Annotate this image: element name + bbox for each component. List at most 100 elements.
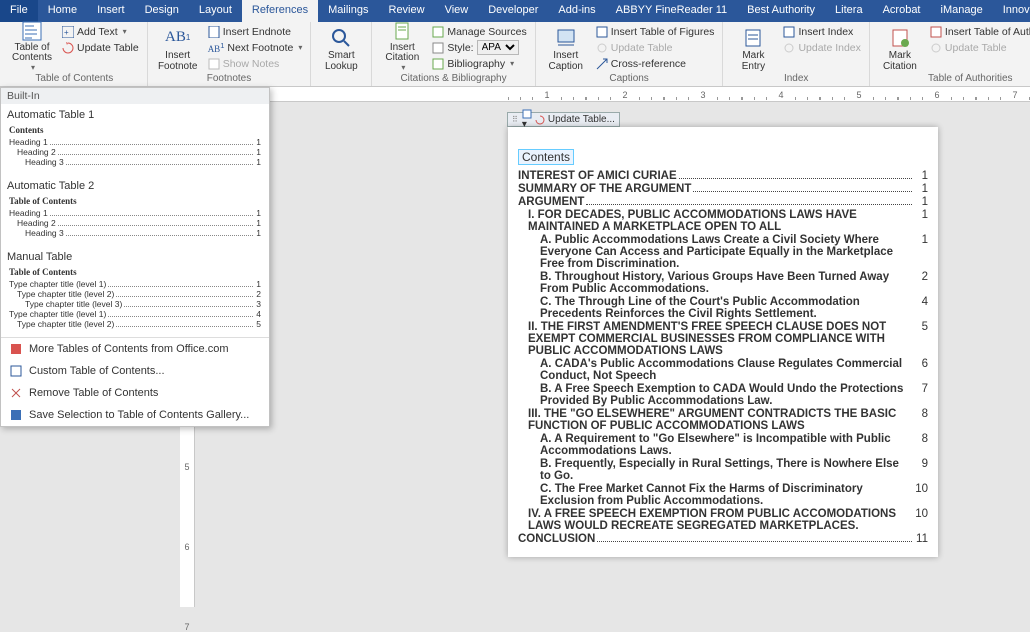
sources-icon bbox=[432, 26, 444, 38]
toc-entry[interactable]: A. CADA's Public Accommodations Clause R… bbox=[518, 357, 928, 382]
update-table-link[interactable]: Update Table... bbox=[548, 114, 615, 125]
search-icon bbox=[330, 27, 352, 49]
refresh-icon bbox=[783, 42, 795, 54]
tab-layout[interactable]: Layout bbox=[189, 0, 242, 22]
insert-endnote-button[interactable]: Insert Endnote bbox=[206, 24, 305, 39]
document-page[interactable]: Contents INTEREST OF AMICI CURIAE1SUMMAR… bbox=[508, 127, 938, 557]
toc-entry[interactable]: B. Throughout History, Various Groups Ha… bbox=[518, 270, 928, 295]
endnote-icon bbox=[208, 26, 220, 38]
gallery-template-manual[interactable]: Manual Table Table of Contents Type chap… bbox=[1, 246, 269, 337]
refresh-icon bbox=[596, 42, 608, 54]
footnote-icon: AB1 bbox=[167, 27, 189, 49]
tab-litera[interactable]: Litera bbox=[825, 0, 873, 22]
toc-entry[interactable]: ARGUMENT1 bbox=[518, 195, 928, 208]
toc-entry[interactable]: II. THE FIRST AMENDMENT'S FREE SPEECH CL… bbox=[518, 320, 928, 357]
insert-footnote-button[interactable]: AB1 Insert Footnote bbox=[154, 24, 202, 72]
insert-toa-button[interactable]: Insert Table of Authorities bbox=[928, 24, 1030, 39]
toc-entry[interactable]: B. Frequently, Especially in Rural Setti… bbox=[518, 457, 928, 482]
tab-view[interactable]: View bbox=[435, 0, 479, 22]
cross-reference-button[interactable]: Cross-reference bbox=[594, 56, 717, 71]
group-label-toa: Table of Authorities bbox=[876, 72, 1030, 86]
tab-abbyy-finereader-11[interactable]: ABBYY FineReader 11 bbox=[606, 0, 738, 22]
custom-icon bbox=[9, 364, 23, 378]
notes-icon bbox=[208, 58, 220, 70]
insert-caption-button[interactable]: Insert Caption bbox=[542, 24, 590, 72]
mark-entry-icon bbox=[742, 27, 764, 49]
toc-icon bbox=[21, 21, 43, 41]
bibliography-button[interactable]: Bibliography▾ bbox=[430, 56, 528, 71]
tab-innova[interactable]: Innova bbox=[993, 0, 1030, 22]
ribbon-tabs: FileHomeInsertDesignLayoutReferencesMail… bbox=[0, 0, 1030, 22]
mark-citation-icon bbox=[889, 27, 911, 49]
document-area: 1234567 1234567 ⠿ ▾ Update Table... Cont… bbox=[180, 87, 1030, 607]
tab-home[interactable]: Home bbox=[38, 0, 87, 22]
tab-design[interactable]: Design bbox=[135, 0, 189, 22]
toc-entry[interactable]: B. A Free Speech Exemption to CADA Would… bbox=[518, 382, 928, 407]
gallery-more-office[interactable]: More Tables of Contents from Office.com bbox=[1, 338, 269, 360]
next-footnote-button[interactable]: AB1Next Footnote▾ bbox=[206, 40, 305, 55]
tab-best-authority[interactable]: Best Authority bbox=[737, 0, 825, 22]
update-index-button: Update Index bbox=[781, 40, 862, 55]
toc-entry[interactable]: C. The Free Market Cannot Fix the Harms … bbox=[518, 482, 928, 507]
index-icon bbox=[783, 26, 795, 38]
mark-citation-button[interactable]: Mark Citation bbox=[876, 24, 924, 72]
mark-entry-button[interactable]: Mark Entry bbox=[729, 24, 777, 72]
caption-icon bbox=[555, 27, 577, 49]
show-notes-button: Show Notes bbox=[206, 56, 305, 71]
tab-insert[interactable]: Insert bbox=[87, 0, 135, 22]
manage-sources-button[interactable]: Manage Sources bbox=[430, 24, 528, 39]
insert-citation-button[interactable]: Insert Citation▾ bbox=[378, 24, 426, 72]
tab-imanage[interactable]: iManage bbox=[931, 0, 993, 22]
next-footnote-icon: AB1 bbox=[208, 41, 225, 54]
table-of-contents-button[interactable]: Table of Contents▾ bbox=[8, 24, 56, 72]
toa-icon bbox=[930, 26, 942, 38]
toc-field-handle[interactable]: ⠿ ▾ Update Table... bbox=[507, 112, 620, 127]
group-label-toc: Table of Contents bbox=[8, 72, 141, 86]
gallery-custom-toc[interactable]: Custom Table of Contents... bbox=[1, 360, 269, 382]
group-label-index: Index bbox=[729, 72, 862, 86]
toc-title: Contents bbox=[518, 149, 574, 165]
update-tof-button: Update Table bbox=[594, 40, 717, 55]
cross-ref-icon bbox=[596, 58, 608, 70]
refresh-icon bbox=[535, 115, 545, 125]
tab-file[interactable]: File bbox=[0, 0, 38, 22]
add-text-button[interactable]: +Add Text▾ bbox=[60, 24, 141, 39]
insert-index-button[interactable]: Insert Index bbox=[781, 24, 862, 39]
style-select[interactable]: APA bbox=[477, 40, 519, 55]
citation-style-picker[interactable]: Style:APA bbox=[430, 40, 528, 55]
gallery-save-selection[interactable]: Save Selection to Table of Contents Gall… bbox=[1, 404, 269, 426]
tab-references[interactable]: References bbox=[242, 0, 318, 22]
toc-entry[interactable]: CONCLUSION11 bbox=[518, 532, 928, 545]
office-icon bbox=[9, 342, 23, 356]
update-toa-button: Update Table bbox=[928, 40, 1030, 55]
update-table-button[interactable]: Update Table bbox=[60, 40, 141, 55]
tab-review[interactable]: Review bbox=[379, 0, 435, 22]
insert-tof-button[interactable]: Insert Table of Figures bbox=[594, 24, 717, 39]
bibliography-icon bbox=[432, 58, 444, 70]
refresh-icon bbox=[930, 42, 942, 54]
gallery-section-builtin: Built-In bbox=[1, 88, 269, 104]
toc-entry[interactable]: SUMMARY OF THE ARGUMENT1 bbox=[518, 182, 928, 195]
toc-entry[interactable]: III. THE "GO ELSEWHERE" ARGUMENT CONTRAD… bbox=[518, 407, 928, 432]
gallery-template-auto2[interactable]: Automatic Table 2 Table of Contents Head… bbox=[1, 175, 269, 246]
tof-icon bbox=[596, 26, 608, 38]
save-icon bbox=[9, 408, 23, 422]
toc-entry[interactable]: I. FOR DECADES, PUBLIC ACCOMMODATIONS LA… bbox=[518, 208, 928, 233]
tab-acrobat[interactable]: Acrobat bbox=[873, 0, 931, 22]
tab-mailings[interactable]: Mailings bbox=[318, 0, 378, 22]
gallery-template-auto1[interactable]: Automatic Table 1 Contents Heading 11Hea… bbox=[1, 104, 269, 175]
gallery-remove-toc[interactable]: Remove Table of Contents bbox=[1, 382, 269, 404]
citation-icon bbox=[391, 21, 413, 41]
toc-entry[interactable]: IV. A FREE SPEECH EXEMPTION FROM PUBLIC … bbox=[518, 507, 928, 532]
toc-entry[interactable]: A. Public Accommodations Laws Create a C… bbox=[518, 233, 928, 270]
style-icon bbox=[432, 42, 444, 54]
toc-entry[interactable]: INTEREST OF AMICI CURIAE1 bbox=[518, 169, 928, 182]
toc-gallery: Built-In Automatic Table 1 Contents Head… bbox=[0, 87, 270, 427]
smart-lookup-button[interactable]: Smart Lookup bbox=[317, 24, 365, 72]
tab-add-ins[interactable]: Add-ins bbox=[548, 0, 605, 22]
horizontal-ruler[interactable]: 1234567 bbox=[180, 87, 1030, 102]
tab-developer[interactable]: Developer bbox=[478, 0, 548, 22]
ribbon: Table of Contents▾ +Add Text▾ Update Tab… bbox=[0, 22, 1030, 87]
toc-entry[interactable]: A. A Requirement to "Go Elsewhere" is In… bbox=[518, 432, 928, 457]
toc-entry[interactable]: C. The Through Line of the Court's Publi… bbox=[518, 295, 928, 320]
